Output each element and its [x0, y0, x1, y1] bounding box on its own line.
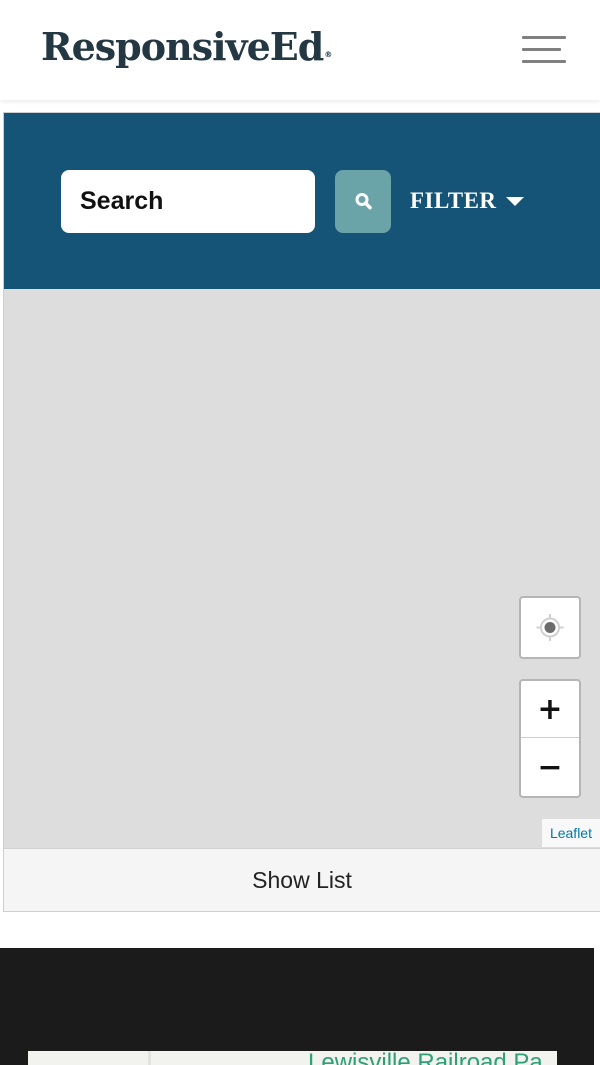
zoom-in-button[interactable]: + — [521, 681, 579, 738]
search-icon — [355, 193, 372, 210]
site-header: ResponsiveEd® — [0, 0, 600, 100]
dark-panel: Lewisville Railroad Pa — [0, 948, 594, 1065]
leaflet-link[interactable]: Leaflet — [550, 825, 592, 841]
hamburger-menu-icon — [522, 36, 566, 39]
park-label: Lewisville Railroad Pa — [308, 1051, 543, 1065]
school-locator: FILTER + − Leaflet Show List — [3, 112, 600, 912]
search-band: FILTER — [4, 113, 600, 289]
zoom-out-button[interactable]: − — [521, 739, 579, 796]
search-input[interactable] — [61, 170, 315, 233]
map-preview-image: Lewisville Railroad Pa — [28, 1051, 557, 1065]
hamburger-menu-button[interactable] — [522, 36, 566, 66]
locate-me-button[interactable] — [519, 596, 581, 659]
hamburger-menu-icon-bar — [522, 60, 566, 63]
map-road — [148, 1051, 151, 1065]
filter-label: FILTER — [410, 188, 497, 213]
map-attribution: Leaflet — [541, 819, 600, 847]
show-list-button[interactable]: Show List — [4, 848, 600, 911]
crosshair-locate-icon — [536, 614, 564, 641]
hamburger-menu-icon-bar — [522, 48, 561, 51]
search-button[interactable] — [335, 170, 391, 233]
caret-down-icon — [505, 196, 524, 206]
responsiveed-logo[interactable]: ResponsiveEd® — [41, 22, 333, 72]
map-canvas[interactable]: + − Leaflet — [4, 289, 600, 848]
logo-text: ResponsiveEd — [41, 24, 324, 69]
zoom-control: + − — [519, 679, 581, 798]
registered-mark: ® — [324, 50, 333, 59]
filter-dropdown[interactable]: FILTER — [410, 184, 524, 218]
